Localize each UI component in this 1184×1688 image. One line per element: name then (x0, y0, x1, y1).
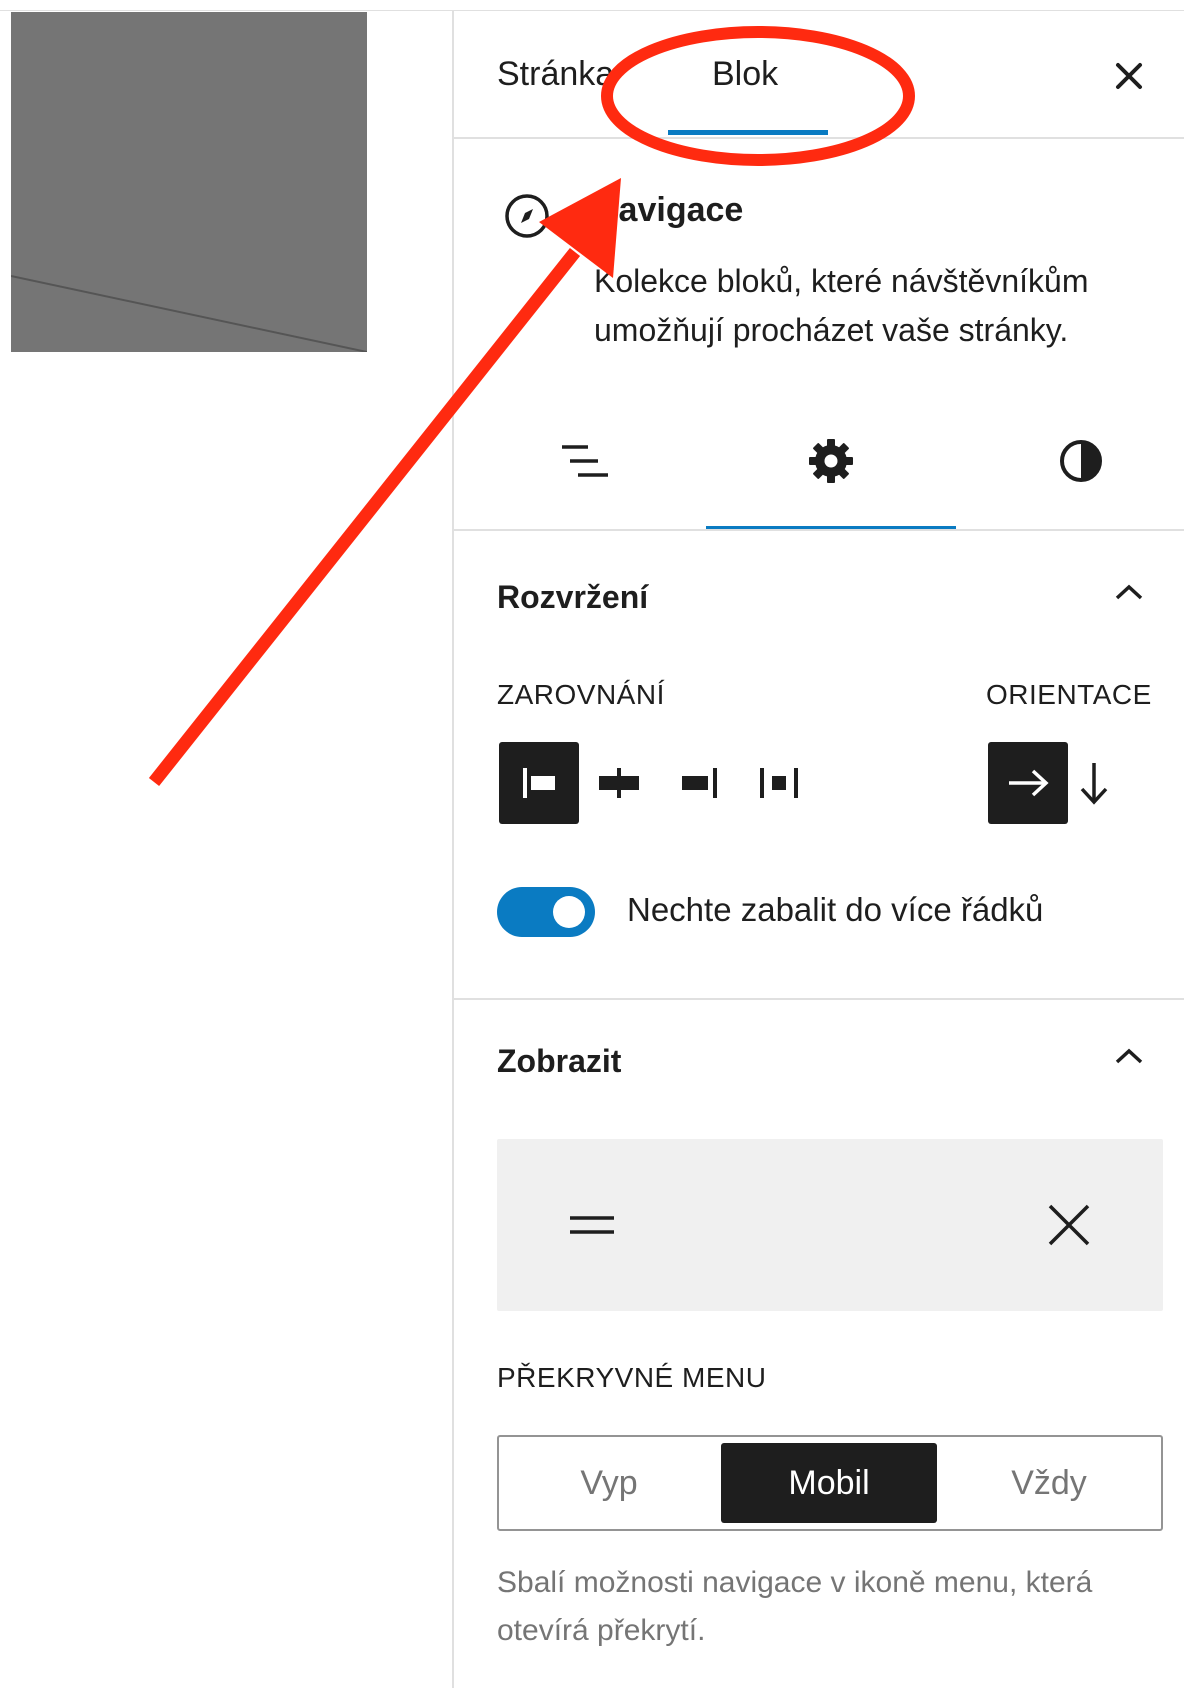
close-icon (1048, 1204, 1090, 1246)
overlay-menu-preview (497, 1139, 1163, 1311)
close-icon (1116, 63, 1142, 89)
block-description: Kolekce bloků, které návštěvníkům umožňu… (594, 263, 1089, 348)
justify-center-button[interactable] (579, 742, 659, 824)
overlay-menu-segmented-control: Vyp Mobil Vždy (497, 1435, 1163, 1531)
overlay-menu-help: Sbalí možnosti navigace v ikoně menu, kt… (497, 1566, 1093, 1647)
block-title: Navigace (594, 191, 744, 229)
tab-block[interactable]: Blok (712, 55, 778, 94)
subtabs-divider (454, 529, 1184, 531)
justification-label: ZAROVNÁNÍ (497, 679, 665, 710)
overlay-option-always[interactable]: Vždy (941, 1443, 1157, 1523)
wrap-toggle-label: Nechte zabalit do více řádků (627, 891, 1044, 928)
gear-icon (809, 439, 853, 483)
justify-left-icon (523, 768, 555, 798)
compass-icon (505, 194, 549, 238)
overlay-option-mobile[interactable]: Mobil (721, 1443, 937, 1523)
tab-styles[interactable] (1021, 421, 1141, 501)
overlay-menu-label: PŘEKRYVNÉ MENU (497, 1362, 767, 1393)
chevron-up-icon (1115, 584, 1143, 600)
settings-sidebar: Stránka Blok Navigace Kolekce bloků, kte… (452, 11, 1184, 1688)
close-sidebar-button[interactable] (1104, 51, 1154, 101)
arrow-down-icon (1080, 763, 1108, 805)
tab-page[interactable]: Stránka (497, 55, 614, 94)
justify-space-between-button[interactable] (739, 742, 819, 824)
space-between-icon (760, 768, 798, 798)
wrap-toggle[interactable] (497, 887, 595, 937)
list-view-icon (562, 445, 608, 477)
justify-right-icon (682, 768, 717, 798)
tab-settings[interactable] (771, 421, 891, 501)
layout-panel-title: Rozvržení (497, 579, 649, 615)
hamburger-menu-icon (570, 1216, 614, 1234)
canvas-image-placeholder[interactable] (11, 12, 367, 352)
justify-right-button[interactable] (659, 742, 739, 824)
overlay-option-off[interactable]: Vyp (501, 1443, 717, 1523)
orientation-vertical-button[interactable] (1064, 742, 1124, 824)
chevron-up-icon (1115, 1048, 1143, 1064)
justify-center-icon (599, 768, 639, 798)
toggle-knob (553, 896, 585, 928)
layout-divider (454, 998, 1184, 1000)
display-panel-title: Zobrazit (497, 1043, 622, 1079)
active-tab-indicator (668, 130, 828, 135)
editor-canvas (0, 0, 452, 1688)
arrow-right-icon (1009, 769, 1049, 797)
justify-left-button[interactable] (499, 742, 579, 824)
contrast-icon (1060, 440, 1102, 482)
orientation-label: ORIENTACE (986, 679, 1152, 710)
orientation-horizontal-button[interactable] (988, 742, 1068, 824)
tab-list-view[interactable] (524, 421, 644, 501)
header-divider (454, 137, 1184, 139)
layout-panel-toggle[interactable] (1104, 573, 1154, 613)
display-panel-toggle[interactable] (1104, 1037, 1154, 1077)
